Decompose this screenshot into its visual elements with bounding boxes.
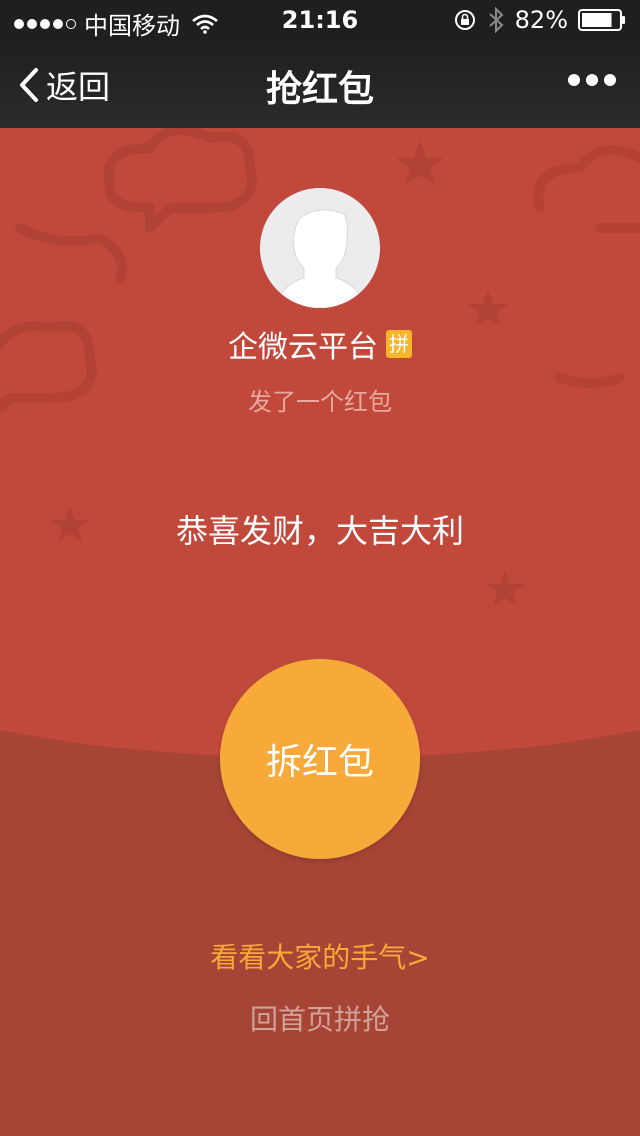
ribbon-icon [15,223,128,283]
rotation-lock-icon [454,10,475,30]
star-icon [396,140,444,186]
open-red-packet-button[interactable]: 拆红包 [220,659,420,859]
star-icon [468,290,508,326]
greeting-message: 恭喜发财，大吉大利 [175,512,464,550]
more-icon [568,74,580,86]
cloud-icon [533,145,640,233]
sender-name: 企微云平台 [228,330,378,365]
battery-percent: 82% [514,6,568,34]
sender-row: 企微云平台 拼 [0,322,640,366]
nav-bar: 返回 抢红包 [0,40,640,128]
sender-subtitle: 发了一个红包 [248,388,392,416]
home-link[interactable]: 回首页拼抢 [0,998,640,1038]
bluetooth-icon [488,7,504,33]
page-title: 抢红包 [265,69,374,110]
status-bar: 中国移动 21:16 82% [0,0,640,40]
cloud-icon [103,128,257,233]
battery-icon [578,9,625,31]
status-right: 82% [453,6,626,34]
more-button[interactable] [568,74,616,86]
star-icon [485,570,525,606]
avatar [260,188,380,308]
user-silhouette-icon [260,188,380,308]
view-luck-link[interactable]: 看看大家的手气> [0,936,640,976]
red-packet-screen: 中国移动 21:16 82% 返回 抢红包 企微云平台 拼 发了一个红包 恭喜发… [0,0,640,1136]
group-badge: 拼 [386,330,412,358]
